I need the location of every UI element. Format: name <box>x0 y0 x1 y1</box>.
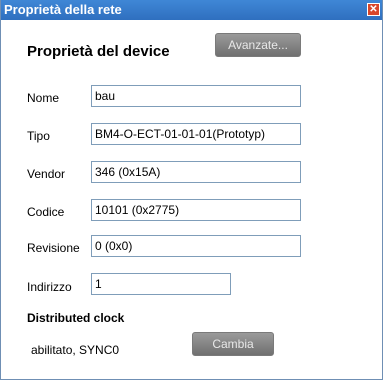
label-indirizzo: Indirizzo <box>27 280 72 294</box>
network-properties-window: Proprietà della rete ✕ Proprietà del dev… <box>0 0 383 380</box>
window-title: Proprietà della rete <box>4 2 122 17</box>
close-icon[interactable]: ✕ <box>367 3 380 16</box>
revisione-field[interactable] <box>91 235 301 257</box>
section-title: Proprietà del device <box>27 43 170 60</box>
indirizzo-field[interactable] <box>91 273 231 295</box>
label-codice: Codice <box>27 205 65 219</box>
dialog-content: Proprietà del device Avanzate... Nome Ti… <box>1 20 382 379</box>
distributed-clock-status: abilitato, SYNC0 <box>31 343 120 357</box>
label-tipo: Tipo <box>27 129 50 143</box>
nome-field[interactable] <box>91 85 301 107</box>
change-button[interactable]: Cambia <box>192 332 274 356</box>
label-revisione: Revisione <box>27 241 80 255</box>
label-nome: Nome <box>27 91 60 105</box>
advanced-button[interactable]: Avanzate... <box>215 33 301 57</box>
title-bar[interactable]: Proprietà della rete ✕ <box>1 0 382 20</box>
distributed-clock-title: Distributed clock <box>27 311 125 325</box>
vendor-field[interactable] <box>91 161 301 183</box>
codice-field[interactable] <box>91 199 301 221</box>
label-vendor: Vendor <box>27 167 66 181</box>
tipo-field[interactable] <box>91 123 301 145</box>
